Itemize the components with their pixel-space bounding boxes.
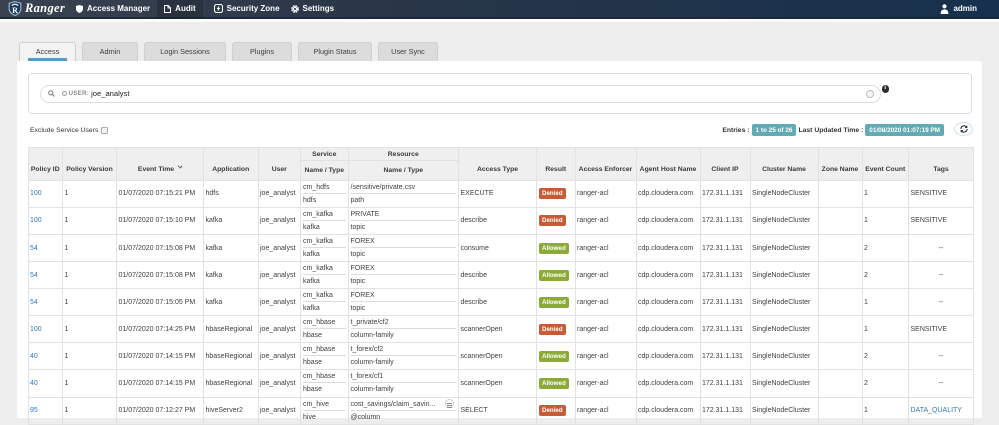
svg-text:R: R [12, 6, 18, 15]
